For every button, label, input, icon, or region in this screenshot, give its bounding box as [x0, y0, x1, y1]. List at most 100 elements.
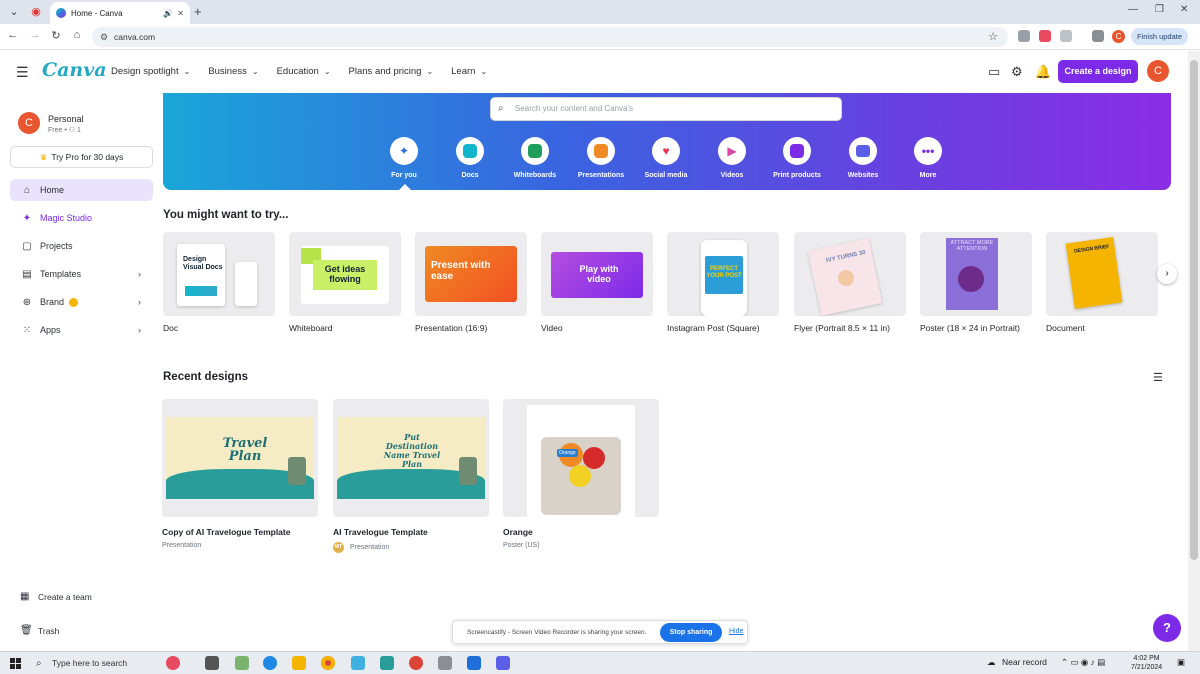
sidebar-item-home[interactable]: ⌂ Home	[10, 179, 153, 201]
search-placeholder: Search your content and Canva's	[515, 104, 634, 113]
extension-icon[interactable]	[1018, 30, 1030, 42]
url-field[interactable]: ⚙ canva.com ☆	[92, 27, 1008, 47]
stop-sharing-button[interactable]: Stop sharing	[660, 623, 722, 642]
try-card-poster[interactable]: ATTRACT MORE ATTENTION Poster (18 × 24 i…	[920, 232, 1032, 333]
edge-browser-icon[interactable]	[263, 656, 277, 670]
tray-icons[interactable]: ⌃ ▭ ◉ ♪ ▤	[1061, 657, 1105, 668]
search-input[interactable]: ⌕ Search your content and Canva's	[490, 97, 842, 121]
nav-education[interactable]: Education ⌄	[277, 66, 331, 77]
try-card-video[interactable]: Play with video Video	[541, 232, 653, 333]
category-docs[interactable]: Docs	[435, 137, 505, 179]
nav-design-spotlight[interactable]: Design spotlight ⌄	[111, 66, 190, 77]
category-print-products[interactable]: Print products	[762, 137, 832, 179]
home-browser-icon[interactable]: ⌂	[70, 29, 84, 41]
account-plan: Free • ⚇ 1	[48, 127, 81, 134]
recent-design-type: Presentation	[162, 542, 318, 549]
address-bar: ← → ↻ ⌂ ⚙ canva.com ☆ C Finish update	[0, 24, 1200, 50]
chrome-profile-icon[interactable]	[409, 656, 423, 670]
forward-icon[interactable]: →	[28, 29, 42, 41]
reload-icon[interactable]: ↻	[49, 29, 63, 42]
taskbar-clock[interactable]: 4:02 PM 7/21/2024	[1131, 654, 1162, 672]
taskbar-app-icon[interactable]	[166, 656, 180, 670]
try-card-document[interactable]: DESIGN BRIEF Document	[1046, 232, 1158, 333]
nav-plans-pricing[interactable]: Plans and pricing ⌄	[349, 66, 434, 77]
thumb-text: Get ideas flowing	[313, 260, 377, 290]
try-card-label: Doc	[163, 323, 179, 333]
try-card-whiteboard[interactable]: Get ideas flowing Whiteboard	[289, 232, 401, 333]
mail-icon[interactable]	[467, 656, 481, 670]
try-card-doc[interactable]: Design Visual Docs Doc	[163, 232, 275, 333]
sidebar-item-templates[interactable]: ▤ Templates ›	[10, 263, 153, 285]
weather-icon[interactable]: ☁	[987, 657, 996, 668]
category-presentations[interactable]: Presentations	[566, 137, 636, 179]
sidebar-item-projects[interactable]: ▢ Projects	[10, 235, 153, 257]
site-info-icon[interactable]: ⚙	[100, 27, 108, 47]
chrome-icon[interactable]	[321, 656, 335, 670]
media-icon[interactable]	[1092, 30, 1104, 42]
minimize-icon[interactable]: —	[1128, 4, 1138, 15]
help-button[interactable]: ?	[1153, 614, 1181, 642]
file-explorer-icon[interactable]	[292, 656, 306, 670]
screencastify-icon[interactable]	[1039, 30, 1051, 42]
user-avatar[interactable]: C	[1147, 60, 1169, 82]
nav-business[interactable]: Business ⌄	[208, 66, 258, 77]
try-card-flyer[interactable]: IVY TURNS 30 Flyer (Portrait 8.5 × 11 in…	[794, 232, 906, 333]
maximize-icon[interactable]: ❐	[1155, 4, 1164, 15]
browser-profile-avatar[interactable]: C	[1112, 30, 1125, 43]
sidebar-item-brand[interactable]: ⊛ Brand ›	[10, 291, 153, 313]
trash-button[interactable]: 🗑 Trash	[20, 625, 59, 636]
category-more[interactable]: ••• More	[893, 137, 963, 179]
sidebar-item-apps[interactable]: ⁙ Apps ›	[10, 319, 153, 341]
new-tab-button[interactable]: +	[194, 4, 202, 19]
notifications-bell-icon[interactable]: 🔔	[1035, 64, 1051, 80]
category-videos[interactable]: ▶ Videos	[697, 137, 767, 179]
settings-gear-icon[interactable]: ⚙	[1011, 64, 1023, 80]
try-card-thumbnail: Get ideas flowing	[289, 232, 401, 316]
puzzle-icon[interactable]	[1060, 30, 1072, 42]
taskbar-app-icon[interactable]	[380, 656, 394, 670]
browser-tab[interactable]: Home - Canva 🔊 ✕	[50, 2, 190, 24]
try-card-label: Whiteboard	[289, 323, 333, 333]
category-label: Videos	[720, 172, 744, 179]
scrollbar-thumb[interactable]	[1190, 60, 1198, 560]
category-whiteboards[interactable]: Whiteboards	[500, 137, 570, 179]
speaker-icon[interactable]: 🔊	[163, 9, 173, 18]
close-tab-icon[interactable]: ✕	[177, 9, 184, 18]
try-card-thumbnail: DESIGN BRIEF	[1046, 232, 1158, 316]
category-websites[interactable]: Websites	[828, 137, 898, 179]
create-design-button[interactable]: Create a design	[1058, 60, 1138, 83]
hide-sharing-link[interactable]: Hide	[729, 628, 743, 635]
tab-search-icon[interactable]: ⌄	[6, 4, 22, 20]
try-pro-button[interactable]: ♛ Try Pro for 30 days	[10, 146, 153, 168]
category-for-you[interactable]: ✦ For you	[369, 137, 439, 179]
taskbar-app-icon[interactable]	[438, 656, 452, 670]
task-view-icon[interactable]	[205, 656, 219, 670]
notifications-icon[interactable]: ▣	[1177, 657, 1185, 668]
weather-text[interactable]: Near record	[1002, 657, 1047, 667]
canva-logo[interactable]: Canva	[42, 59, 107, 81]
nav-learn[interactable]: Learn ⌄	[451, 66, 487, 77]
chevron-down-icon: ⌄	[426, 67, 434, 76]
recent-design-card[interactable]: Orange Orange Poster (US)	[503, 399, 659, 549]
bookmark-star-icon[interactable]: ☆	[988, 27, 998, 47]
close-window-icon[interactable]: ✕	[1180, 4, 1188, 15]
windows-start-icon[interactable]	[10, 658, 21, 669]
try-card-label: Poster (18 × 24 in Portrait)	[920, 323, 1020, 333]
carousel-next-button[interactable]: ›	[1157, 264, 1177, 284]
finish-update-button[interactable]: Finish update	[1131, 28, 1189, 45]
pro-crown-badge	[69, 297, 79, 307]
recent-design-card[interactable]: Travel Plan Copy of AI Travelogue Templa…	[162, 399, 318, 549]
create-team-button[interactable]: ▦ Create a team	[20, 591, 92, 602]
back-icon[interactable]: ←	[6, 29, 20, 41]
try-card-instagram[interactable]: PERFECT YOUR POST Instagram Post (Square…	[667, 232, 779, 333]
taskbar-app-icon[interactable]	[496, 656, 510, 670]
menu-icon[interactable]: ☰	[16, 64, 29, 81]
try-card-presentation[interactable]: Present with ease Presentation (16:9)	[415, 232, 527, 333]
recent-design-card[interactable]: Put Destination Name Travel Plan AI Trav…	[333, 399, 489, 553]
desktop-app-icon[interactable]: ▭	[988, 64, 1000, 80]
taskbar-app-icon[interactable]	[235, 656, 249, 670]
sidebar-item-magic-studio[interactable]: ✦ Magic Studio	[10, 207, 153, 229]
taskbar-app-icon[interactable]	[351, 656, 365, 670]
list-view-icon[interactable]: ☰	[1153, 371, 1163, 384]
category-social-media[interactable]: ♥ Social media	[631, 137, 701, 179]
